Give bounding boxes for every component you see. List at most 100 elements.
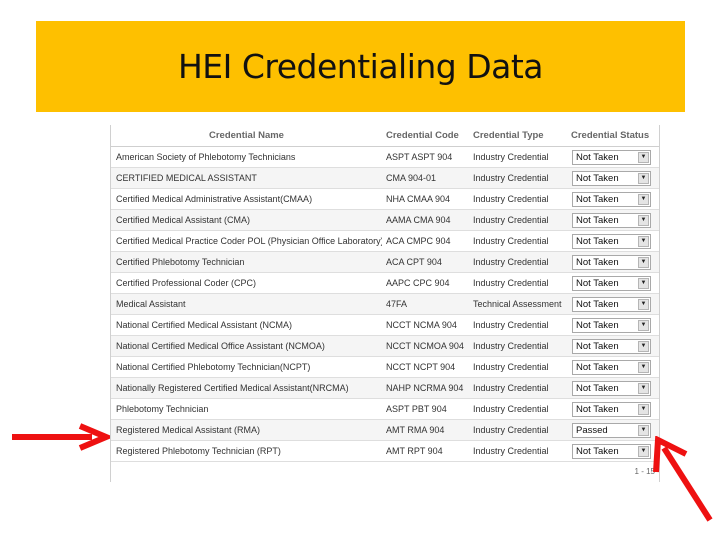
credential-type-cell: Industry Credential — [469, 209, 567, 231]
credential-name-cell: Phlebotomy Technician — [111, 398, 382, 420]
status-dropdown[interactable]: Not Taken ▼ — [572, 233, 651, 249]
chevron-down-icon[interactable]: ▼ — [638, 382, 649, 394]
credential-status-cell: Not Taken ▼ — [567, 314, 659, 336]
table-row: National Certified Medical Assistant (NC… — [111, 314, 659, 336]
credential-status-cell: Not Taken ▼ — [567, 146, 659, 168]
table-row: Registered Medical Assistant (RMA) AMT RM… — [111, 419, 659, 441]
credential-status-cell: Not Taken ▼ — [567, 440, 659, 462]
credential-name-cell: National Certified Medical Assistant (NC… — [111, 314, 382, 336]
status-dropdown[interactable]: Not Taken ▼ — [572, 443, 651, 459]
credential-name-cell: Registered Medical Assistant (RMA) — [111, 419, 382, 441]
credential-code-cell: ASPT PBT 904 — [382, 398, 469, 420]
credential-name-cell: National Certified Medical Office Assist… — [111, 335, 382, 357]
credential-name-cell: Medical Assistant — [111, 293, 382, 315]
credential-grid: Credential Name Credential Code Credenti… — [110, 125, 660, 482]
slide-title: HEI Credentialing Data — [177, 47, 544, 86]
status-dropdown-value: Not Taken — [576, 172, 619, 184]
left-arrow-annotation — [12, 423, 110, 451]
status-dropdown[interactable]: Not Taken ▼ — [572, 359, 651, 375]
status-dropdown[interactable]: Not Taken ▼ — [572, 338, 651, 354]
status-dropdown[interactable]: Not Taken ▼ — [572, 275, 651, 291]
credential-code-cell: ASPT ASPT 904 — [382, 146, 469, 168]
status-dropdown-value: Not Taken — [576, 298, 619, 310]
status-dropdown-value: Not Taken — [576, 151, 619, 163]
status-dropdown[interactable]: Not Taken ▼ — [572, 212, 651, 228]
status-dropdown[interactable]: Not Taken ▼ — [572, 254, 651, 270]
credential-status-cell: Passed ▼ — [567, 419, 659, 441]
column-header-type[interactable]: Credential Type — [469, 125, 567, 147]
credential-status-cell: Not Taken ▼ — [567, 209, 659, 231]
chevron-down-icon[interactable]: ▼ — [638, 172, 649, 184]
status-dropdown-value: Not Taken — [576, 277, 619, 289]
table-row: Medical Assistant 47FA Technical Assessmen… — [111, 293, 659, 315]
table-row: National Certified Phlebotomy Technician… — [111, 356, 659, 378]
chevron-down-icon[interactable]: ▼ — [638, 235, 649, 247]
column-header-name[interactable]: Credential Name — [111, 125, 382, 147]
status-dropdown[interactable]: Passed ▼ — [572, 422, 651, 438]
credential-code-cell: ACA CMPC 904 — [382, 230, 469, 252]
credential-type-cell: Industry Credential — [469, 251, 567, 273]
credential-status-cell: Not Taken ▼ — [567, 335, 659, 357]
credential-type-cell: Industry Credential — [469, 356, 567, 378]
status-dropdown[interactable]: Not Taken ▼ — [572, 401, 651, 417]
right-arrow-annotation — [653, 436, 713, 522]
chevron-down-icon[interactable]: ▼ — [638, 193, 649, 205]
credential-status-cell: Not Taken ▼ — [567, 272, 659, 294]
chevron-down-icon[interactable]: ▼ — [638, 361, 649, 373]
credential-code-cell: NCCT NCMOA 904 — [382, 335, 469, 357]
chevron-down-icon[interactable]: ▼ — [638, 403, 649, 415]
status-dropdown-value: Not Taken — [576, 256, 619, 268]
table-row: Phlebotomy Technician ASPT PBT 904 Industr… — [111, 398, 659, 420]
credential-name-cell: Certified Medical Practice Coder POL (Ph… — [111, 230, 382, 252]
credential-name-cell: Registered Phlebotomy Technician (RPT) — [111, 440, 382, 462]
credential-type-cell: Industry Credential — [469, 335, 567, 357]
status-dropdown-value: Not Taken — [576, 445, 619, 457]
credential-status-cell: Not Taken ▼ — [567, 230, 659, 252]
status-dropdown-value: Not Taken — [576, 235, 619, 247]
status-dropdown[interactable]: Not Taken ▼ — [572, 296, 651, 312]
credential-type-cell: Industry Credential — [469, 230, 567, 252]
status-dropdown[interactable]: Not Taken ▼ — [572, 380, 651, 396]
credential-code-cell: AMT RPT 904 — [382, 440, 469, 462]
chevron-down-icon[interactable]: ▼ — [638, 277, 649, 289]
table-row: CERTIFIED MEDICAL ASSISTANT CMA 904-01 Ind… — [111, 167, 659, 189]
credential-type-cell: Technical Assessment — [469, 293, 567, 315]
status-dropdown-value: Not Taken — [576, 340, 619, 352]
chevron-down-icon[interactable]: ▼ — [638, 445, 649, 457]
status-dropdown-value: Not Taken — [576, 361, 619, 373]
credential-name-cell: Certified Professional Coder (CPC) — [111, 272, 382, 294]
table-row: National Certified Medical Office Assist… — [111, 335, 659, 357]
credential-status-cell: Not Taken ▼ — [567, 293, 659, 315]
chevron-down-icon[interactable]: ▼ — [638, 298, 649, 310]
credential-code-cell: ACA CPT 904 — [382, 251, 469, 273]
credential-type-cell: Industry Credential — [469, 398, 567, 420]
status-dropdown[interactable]: Not Taken ▼ — [572, 149, 651, 165]
status-dropdown[interactable]: Not Taken ▼ — [572, 191, 651, 207]
credential-type-cell: Industry Credential — [469, 167, 567, 189]
credential-type-cell: Industry Credential — [469, 314, 567, 336]
chevron-down-icon[interactable]: ▼ — [638, 214, 649, 226]
credential-name-cell: Nationally Registered Certified Medical … — [111, 377, 382, 399]
credential-type-cell: Industry Credential — [469, 272, 567, 294]
credential-code-cell: NAHP NCRMA 904 — [382, 377, 469, 399]
table-row: Certified Phlebotomy Technician ACA CPT 9… — [111, 251, 659, 273]
credential-code-cell: NCCT NCPT 904 — [382, 356, 469, 378]
credential-name-cell: Certified Medical Assistant (CMA) — [111, 209, 382, 231]
pager-info: 1 - 15 — [634, 467, 655, 476]
credential-code-cell: NHA CMAA 904 — [382, 188, 469, 210]
chevron-down-icon[interactable]: ▼ — [638, 151, 649, 163]
status-dropdown[interactable]: Not Taken ▼ — [572, 317, 651, 333]
credential-name-cell: American Society of Phlebotomy Technicia… — [111, 146, 382, 168]
chevron-down-icon[interactable]: ▼ — [638, 319, 649, 331]
credential-status-cell: Not Taken ▼ — [567, 167, 659, 189]
chevron-down-icon[interactable]: ▼ — [638, 340, 649, 352]
credential-code-cell: AAMA CMA 904 — [382, 209, 469, 231]
chevron-down-icon[interactable]: ▼ — [638, 256, 649, 268]
credential-code-cell: NCCT NCMA 904 — [382, 314, 469, 336]
status-dropdown-value: Not Taken — [576, 403, 619, 415]
chevron-down-icon[interactable]: ▼ — [638, 424, 649, 436]
column-header-status[interactable]: Credential Status — [567, 125, 659, 147]
status-dropdown[interactable]: Not Taken ▼ — [572, 170, 651, 186]
column-header-code[interactable]: Credential Code — [382, 125, 469, 147]
status-dropdown-value: Not Taken — [576, 382, 619, 394]
